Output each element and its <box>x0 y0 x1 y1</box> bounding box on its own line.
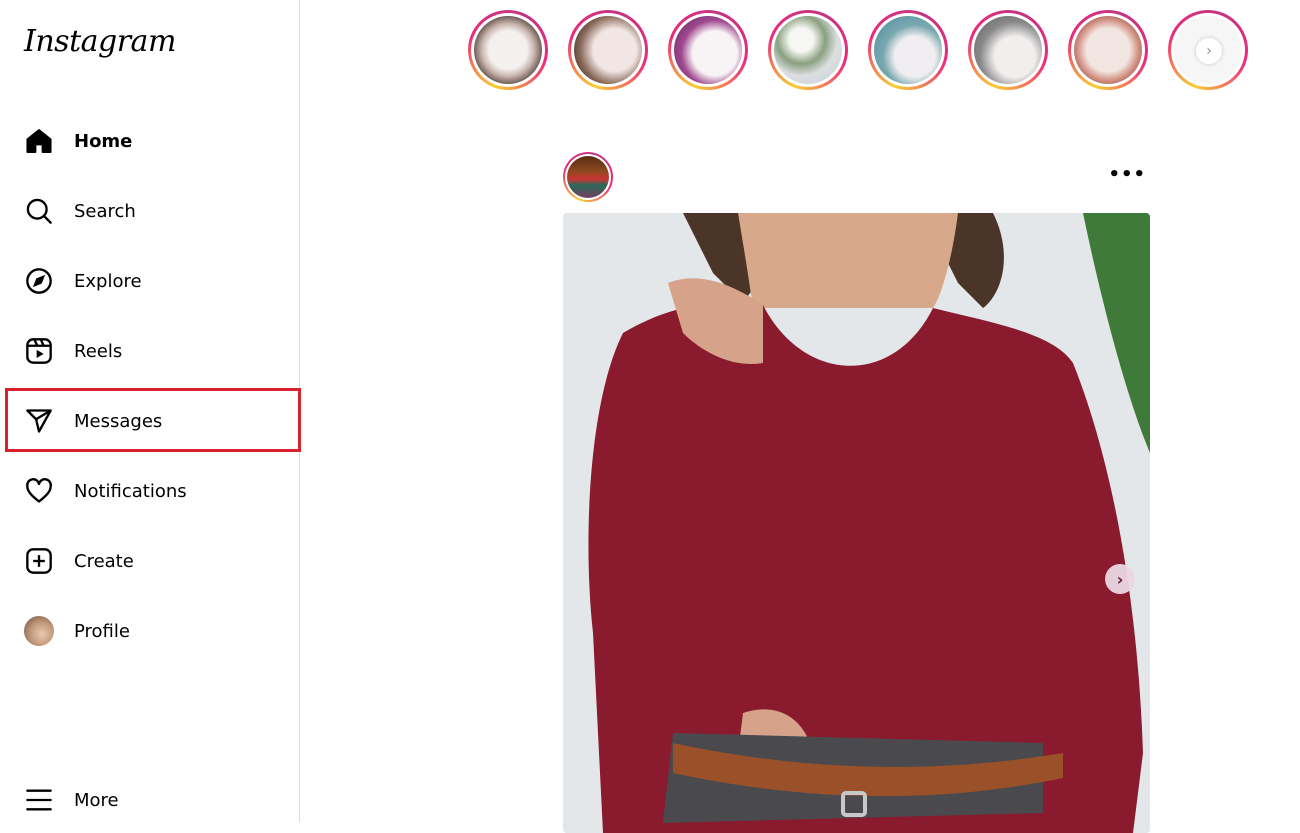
story-item[interactable] <box>1068 10 1148 90</box>
chevron-right-icon: › <box>1116 569 1124 589</box>
search-icon <box>24 196 54 226</box>
heart-icon <box>24 476 54 506</box>
hamburger-icon <box>24 785 54 815</box>
story-avatar <box>1074 16 1142 84</box>
story-item[interactable] <box>868 10 948 90</box>
sidebar-item-label: Notifications <box>74 480 187 502</box>
story-item[interactable] <box>768 10 848 90</box>
sidebar-item-label: Explore <box>74 270 142 292</box>
sidebar-item-notifications[interactable]: Notifications <box>8 462 298 520</box>
paper-plane-icon <box>24 406 54 436</box>
compass-icon <box>24 266 54 296</box>
sidebar-item-home[interactable]: Home <box>8 112 298 170</box>
story-item[interactable] <box>968 10 1048 90</box>
sidebar-item-label: Profile <box>74 620 130 642</box>
story-item[interactable] <box>468 10 548 90</box>
sidebar-item-search[interactable]: Search <box>8 182 298 240</box>
sidebar-item-messages[interactable]: Messages <box>8 392 298 450</box>
sidebar-item-reels[interactable]: Reels <box>8 322 298 380</box>
sidebar-item-label: More <box>74 789 119 811</box>
sidebar-item-more[interactable]: More <box>8 771 298 829</box>
post-header: ••• <box>563 152 1150 202</box>
chevron-right-icon: › <box>1206 43 1212 59</box>
story-avatar <box>874 16 942 84</box>
reels-icon <box>24 336 54 366</box>
sidebar: Instagram Home Search Explore Reels Mess… <box>0 0 300 822</box>
post-image[interactable] <box>563 213 1150 833</box>
post-author-avatar[interactable] <box>563 152 613 202</box>
sidebar-item-label: Messages <box>74 410 163 432</box>
stories-next-button[interactable]: › <box>1196 38 1222 64</box>
sidebar-item-create[interactable]: Create <box>8 532 298 590</box>
sidebar-item-label: Home <box>74 130 133 152</box>
avatar <box>24 616 54 646</box>
story-avatar <box>574 16 642 84</box>
sidebar-item-profile[interactable]: Profile <box>8 602 298 660</box>
story-avatar <box>674 16 742 84</box>
sidebar-item-label: Reels <box>74 340 123 362</box>
plus-square-icon <box>24 546 54 576</box>
story-item[interactable] <box>568 10 648 90</box>
instagram-logo[interactable]: Instagram <box>24 24 176 59</box>
sidebar-item-explore[interactable]: Explore <box>8 252 298 310</box>
sidebar-item-label: Create <box>74 550 134 572</box>
post-photo <box>563 213 1150 833</box>
home-icon <box>24 126 54 156</box>
carousel-next-button[interactable]: › <box>1105 564 1135 594</box>
sidebar-item-label: Search <box>74 200 136 222</box>
story-item[interactable] <box>668 10 748 90</box>
stories-tray <box>468 10 1268 120</box>
story-avatar <box>474 16 542 84</box>
story-avatar <box>774 16 842 84</box>
post-more-options-button[interactable]: ••• <box>1108 164 1146 185</box>
profile-avatar <box>24 616 54 646</box>
story-avatar <box>974 16 1042 84</box>
